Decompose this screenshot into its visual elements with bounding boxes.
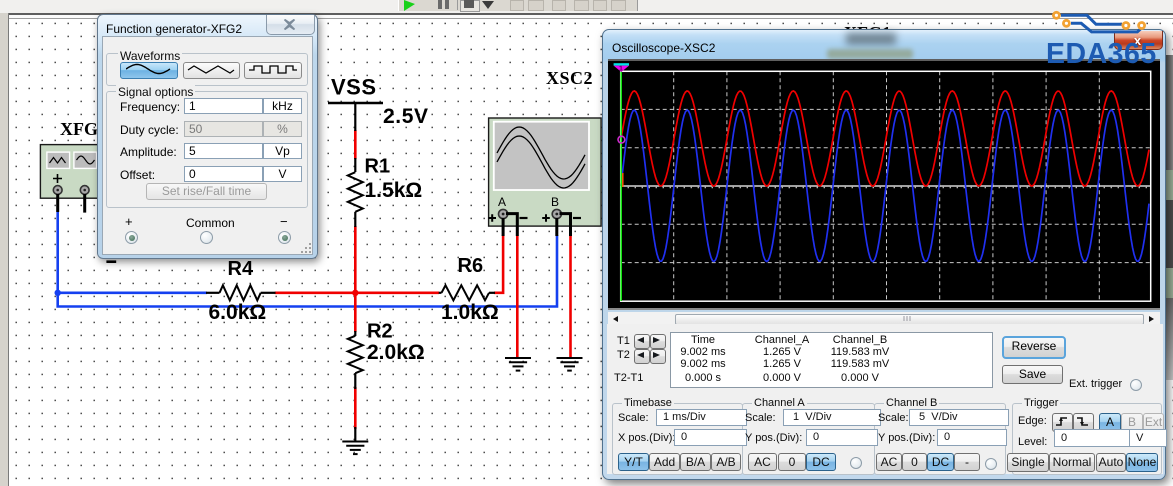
svg-text:R6: R6 — [458, 255, 484, 277]
svg-text:1.0kΩ: 1.0kΩ — [441, 301, 499, 324]
svg-text:R1: R1 — [365, 156, 391, 178]
svg-text:EDA365: EDA365 — [1046, 38, 1157, 70]
svg-text:R2: R2 — [367, 321, 393, 343]
svg-text:B: B — [551, 195, 559, 209]
svg-text:2.0kΩ: 2.0kΩ — [367, 341, 425, 364]
svg-text:R4: R4 — [228, 258, 254, 280]
svg-text:1: 1 — [619, 66, 623, 73]
svg-text:XSC2: XSC2 — [546, 68, 593, 88]
svg-text:2.5V: 2.5V — [383, 105, 429, 128]
svg-text:A: A — [498, 195, 506, 209]
svg-text:VSS: VSS — [331, 75, 377, 100]
svg-text:6.0kΩ: 6.0kΩ — [209, 301, 267, 324]
svg-text:1.5kΩ: 1.5kΩ — [365, 179, 423, 202]
